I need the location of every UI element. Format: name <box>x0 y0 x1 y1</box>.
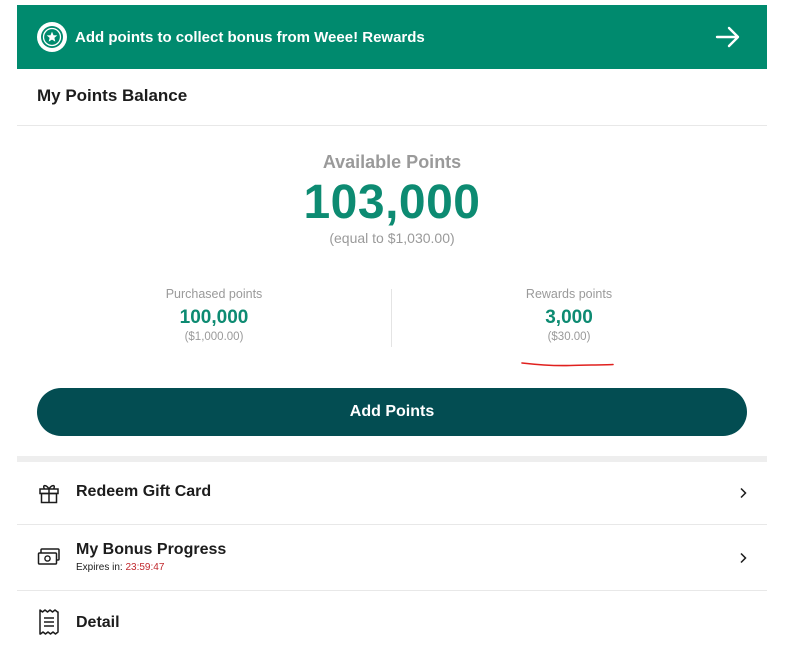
purchased-points-block: Purchased points 100,000 ($1,000.00) <box>114 287 314 343</box>
chevron-right-icon <box>739 551 747 569</box>
receipt-icon <box>37 608 61 641</box>
available-points-value: 103,000 <box>303 176 481 229</box>
page-title: My Points Balance <box>37 86 188 105</box>
purchased-points-equivalent: ($1,000.00) <box>184 331 244 343</box>
menu-item-label: Redeem Gift Card <box>76 483 212 500</box>
expires-text: Expires in: 23:59:47 <box>76 562 164 573</box>
annotation-underline <box>521 362 614 367</box>
available-points-label: Available Points <box>322 152 462 172</box>
banner-text: Add points to collect bonus from Weee! R… <box>75 28 425 46</box>
purchased-points-value: 100,000 <box>179 307 249 328</box>
chevron-right-icon <box>739 486 747 504</box>
expires-timer: 23:59:47 <box>125 562 165 573</box>
menu-item-label: Detail <box>76 614 120 631</box>
rewards-banner[interactable]: Add points to collect bonus from Weee! R… <box>17 5 767 69</box>
rewards-points-value: 3,000 <box>545 307 593 328</box>
expires-prefix: Expires in: <box>76 562 123 573</box>
rewards-points-block: Rewards points 3,000 ($30.00) <box>469 287 669 343</box>
available-points-equivalent: (equal to $1,030.00) <box>329 230 455 246</box>
menu-item-detail[interactable]: Detail <box>17 591 767 658</box>
star-badge-icon <box>37 22 67 52</box>
divider <box>17 125 767 126</box>
rewards-points-label: Rewards points <box>525 287 613 301</box>
menu-item-redeem-gift-card[interactable]: Redeem Gift Card <box>17 462 767 524</box>
column-divider <box>391 289 392 347</box>
menu-item-bonus-progress[interactable]: My Bonus Progress Expires in: 23:59:47 <box>17 525 767 590</box>
money-icon <box>37 547 61 572</box>
rewards-points-equivalent: ($30.00) <box>547 331 591 343</box>
gift-icon <box>37 481 61 510</box>
purchased-points-label: Purchased points <box>165 287 263 301</box>
menu-item-label: My Bonus Progress <box>76 541 227 558</box>
arrow-right-icon[interactable] <box>715 25 741 54</box>
add-points-button[interactable]: Add Points <box>37 388 747 436</box>
